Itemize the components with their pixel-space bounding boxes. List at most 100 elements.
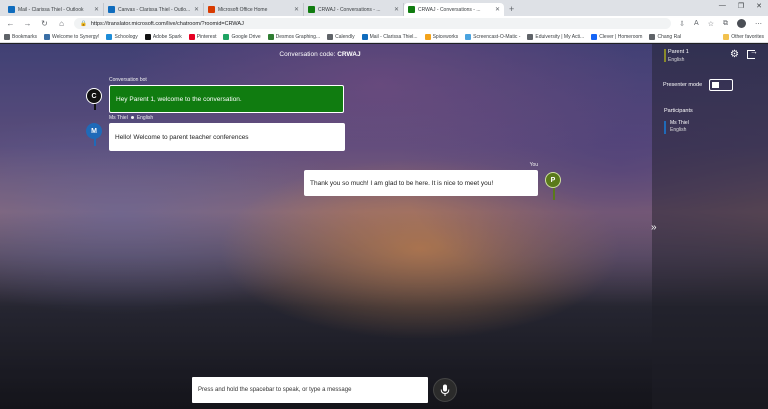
bookmark-item[interactable]: Google Drive [223,33,261,40]
back-icon[interactable]: ← [6,19,15,28]
bookmark-icon [4,33,10,40]
expand-panel-chevron-icon[interactable]: » [651,222,657,233]
avatar-conversation-bot: C [86,88,102,104]
participants-heading: Participants [664,108,693,114]
read-aloud-icon[interactable]: A [694,20,699,27]
reload-icon[interactable]: ↻ [40,19,49,28]
browser-tab-conversation-2[interactable]: CRWAJ - Conversations - ... ✕ [404,3,504,16]
bookmark-icon [424,33,431,40]
bookmark-icon [188,33,195,40]
my-profile[interactable]: Parent 1 English [668,48,689,64]
bookmark-item[interactable]: Chang Ral [649,33,681,40]
bookmark-item[interactable]: Mail - Clarissa Thiel... [361,33,418,40]
tab-strip: Mail - Clarissa Thiel - Outlook ✕ Canvas… [0,0,768,16]
bookmark-icon [649,33,656,40]
bookmark-icon [44,33,51,40]
message-input[interactable]: Press and hold the spacebar to speak, or… [192,377,428,403]
message-bubble: Hello! Welcome to parent teacher confere… [109,123,345,151]
translator-icon [308,6,315,13]
extension-icon[interactable]: ⇩ [679,20,685,28]
close-tab-icon[interactable]: ✕ [94,6,99,13]
maximize-icon[interactable]: ❐ [738,2,744,10]
forward-icon[interactable]: → [23,19,32,28]
address-bar[interactable]: 🔒 https://translator.microsoft.com/live/… [74,18,672,29]
outlook-icon [8,6,15,13]
bookmark-item[interactable]: Desmos Graphing... [267,33,320,40]
conversation-app: Conversation code: CRWAJ C Conversation … [0,44,768,409]
message-text: Hey Parent 1, welcome to the conversatio… [116,95,242,103]
separator-dot [130,116,134,120]
close-tab-icon[interactable]: ✕ [294,6,299,13]
message-sender: Ms Thiel English [109,115,154,121]
profile-avatar[interactable] [737,19,746,28]
bookmark-item[interactable]: Adobe Spark [144,33,182,40]
browser-toolbar: ← → ↻ ⌂ 🔒 https://translator.microsoft.c… [0,16,768,31]
bookmark-icon [361,33,368,40]
side-panel: Parent 1 English ⚙ Presenter mode Partic… [652,44,768,409]
close-tab-icon[interactable]: ✕ [394,6,399,13]
bookmark-item[interactable]: Calendly [327,33,355,40]
bookmark-icon [591,33,598,40]
message-bubble: Hey Parent 1, welcome to the conversatio… [109,85,344,113]
bookmark-item[interactable]: Eduiversity | My Acti... [527,33,584,40]
message-bot: Conversation bot Hey Parent 1, welcome t… [109,77,344,113]
avatar-stem [553,188,555,200]
participant-color-bar [664,121,666,134]
avatar-ms-thiel: M [86,123,102,139]
browser-tab-conversation-1[interactable]: CRWAJ - Conversations - ... ✕ [304,3,404,16]
toggle-knob [712,82,719,88]
message-you: You Thank you so much! I am glad to be h… [304,162,538,196]
close-tab-icon[interactable]: ✕ [495,6,500,13]
leave-conversation-icon[interactable] [747,47,758,59]
lock-icon: 🔒 [80,20,87,27]
bookmark-item[interactable]: Clever | Homeroom [591,33,642,40]
close-tab-icon[interactable]: ✕ [194,6,199,13]
presenter-mode-toggle[interactable] [709,79,733,91]
minimize-icon[interactable]: — [719,2,726,10]
bookmark-item[interactable]: Screencast-O-Matic - [465,33,520,40]
bookmark-icon [465,33,472,40]
microphone-icon [440,384,450,396]
browser-tab-canvas[interactable]: Canvas - Clarissa Thiel - Outlo... ✕ [104,3,204,16]
conversation-code-value: CRWAJ [337,51,361,58]
my-name: Parent 1 [668,49,689,55]
microphone-button[interactable] [433,378,457,402]
conversation-code: Conversation code: CRWAJ [279,51,361,58]
bookmark-icon [527,33,534,40]
my-language: English [668,57,685,63]
bookmarks-bar: Bookmarks Welcome to Synergy! Schoology … [0,31,768,43]
presenter-mode-label: Presenter mode [663,82,703,88]
translator-icon [408,6,415,13]
folder-icon [723,33,730,40]
bookmark-item[interactable]: Pinterest [188,33,216,40]
bookmark-item[interactable]: Schoology [106,33,138,40]
participant-language: English [670,127,687,133]
collections-icon[interactable]: ⧉ [723,20,728,28]
participant-name: Ms Thiel [670,120,689,126]
settings-gear-icon[interactable]: ⚙ [730,49,739,60]
message-ms-thiel: Ms Thiel English Hello! Welcome to parent… [109,115,345,151]
close-window-icon[interactable]: ✕ [756,2,762,10]
url-text: https://translator.microsoft.com/live/ch… [90,20,244,27]
message-text: Hello! Welcome to parent teacher confere… [115,133,249,141]
bookmark-icon [106,33,113,40]
message-sender: You [529,162,538,168]
bookmark-icon [223,33,230,40]
bookmark-item[interactable]: Bookmarks [4,33,37,40]
new-tab-button[interactable]: + [504,3,519,16]
my-color-bar [664,49,666,62]
home-icon[interactable]: ⌂ [57,19,66,28]
window-controls: — ❐ ✕ [719,2,762,10]
favorite-star-icon[interactable]: ☆ [708,20,714,28]
other-favorites[interactable]: Other favorites [723,33,764,40]
browser-tab-outlook[interactable]: Mail - Clarissa Thiel - Outlook ✕ [4,3,104,16]
participant-item[interactable]: Ms Thiel English [670,120,689,134]
bookmark-item[interactable]: Welcome to Synergy! [44,33,99,40]
bookmark-icon [267,33,274,40]
toolbar-icons: ⇩ A ☆ ⧉ ⋯ [679,19,762,28]
bookmark-item[interactable]: Spiceworks [424,33,458,40]
message-bubble: Thank you so much! I am glad to be here.… [304,170,538,196]
browser-tab-office[interactable]: Microsoft Office Home ✕ [204,3,304,16]
more-menu-icon[interactable]: ⋯ [755,20,762,28]
message-sender: Conversation bot [109,77,147,83]
